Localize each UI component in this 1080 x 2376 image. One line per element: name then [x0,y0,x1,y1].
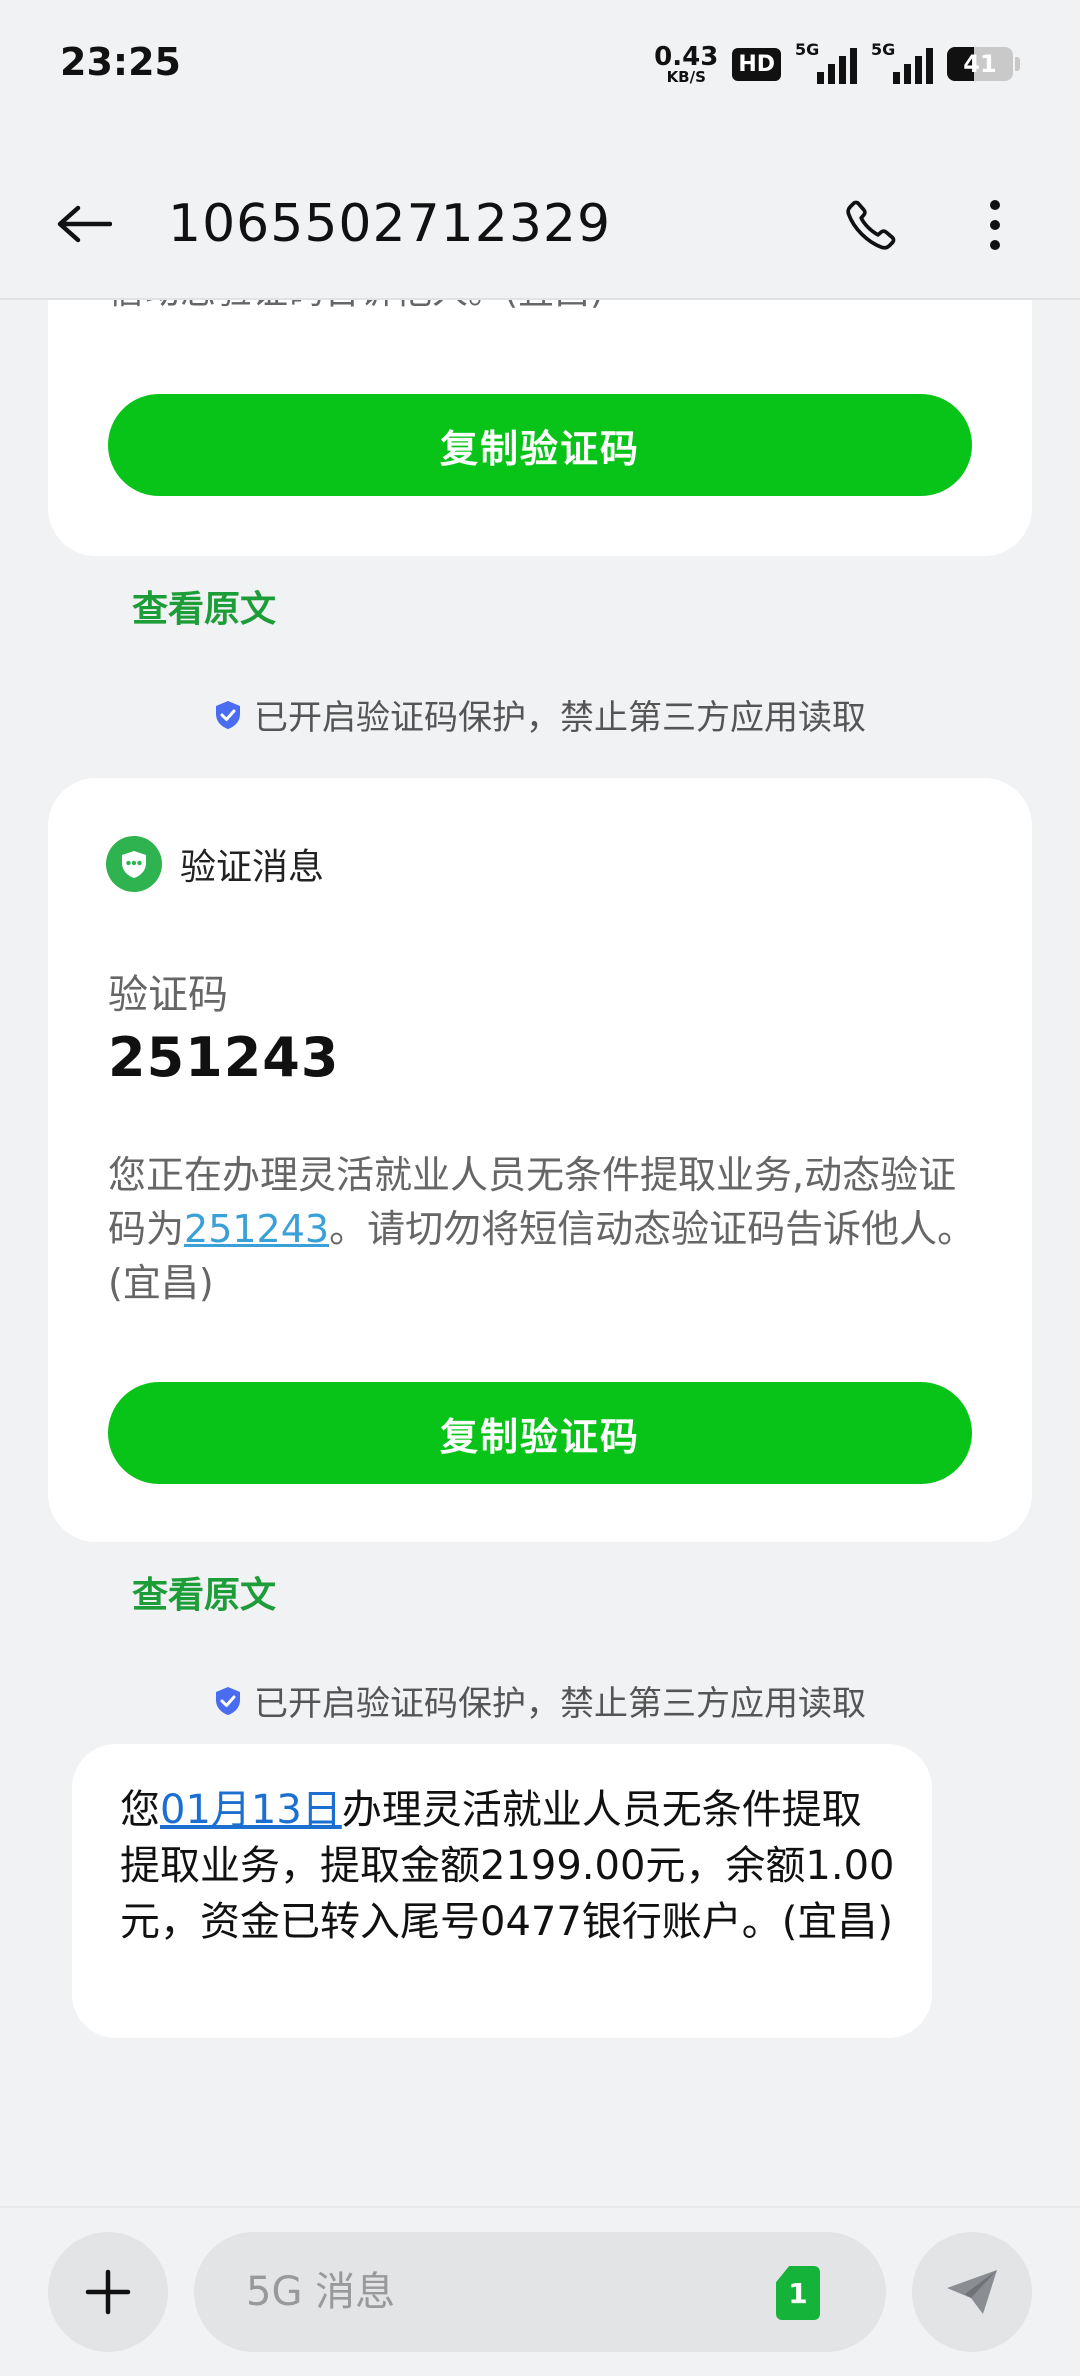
battery-nub [1015,57,1020,71]
view-original-link-previous[interactable]: 查看原文 [132,580,276,632]
date-link[interactable]: 01月13日 [160,1787,342,1833]
code-protection-notice: 已开启验证码保护，禁止第三方应用读取 [0,690,1080,739]
signal-icon-sim2: 5G [871,40,933,84]
call-button[interactable] [836,190,906,260]
battery-level: 41 [963,50,997,78]
signal-sim2-label: 5G [871,40,896,59]
hd-voice-icon: HD [732,47,781,81]
verification-card-previous: 信动态验证码告诉他人。(宜昌) 复制验证码 [48,300,1032,556]
attach-button[interactable] [48,2232,168,2352]
more-vertical-icon [990,200,1000,250]
message-bubble-text: 您01月13日办理灵活就业人员无条件提取提取业务，提取金额2199.00元，余额… [120,1782,900,1950]
verification-code-label: 验证码 [108,972,228,1018]
verification-card: 验证消息 验证码 251243 您正在办理灵活就业人员无条件提取业务,动态验证码… [48,778,1032,1542]
plus-icon [85,2269,131,2315]
signal-icon-sim1: 5G [795,40,857,84]
shield-icon [216,700,240,729]
signal-sim1-label: 5G [795,40,820,59]
phone-icon [846,200,896,250]
message-bubble[interactable]: 您01月13日办理灵活就业人员无条件提取提取业务，提取金额2199.00元，余额… [72,1744,932,2038]
code-protection-text: 已开启验证码保护，禁止第三方应用读取 [254,698,866,738]
send-icon [947,2270,997,2314]
message-thread[interactable]: 信动态验证码告诉他人。(宜昌) 复制验证码 查看原文 已开启验证码保护，禁止第三… [0,300,1080,2206]
bubble-text-start: 您 [120,1787,160,1833]
view-original-link[interactable]: 查看原文 [132,1566,276,1618]
shield-icon [216,1686,240,1715]
status-icons: 0.43 KB/S HD 5G 5G 41 [654,40,1020,88]
conversation-header: 1065502712329 [0,128,1080,300]
network-speed-value: 0.43 [654,41,719,72]
verification-code-value: 251243 [108,1026,340,1089]
battery-icon: 41 [947,47,1013,81]
verification-card-label: 验证消息 [180,847,325,888]
sim-card-icon[interactable]: 1 [776,2266,820,2320]
verification-message-body: 您正在办理灵活就业人员无条件提取业务,动态验证码为251243。请切勿将短信动态… [108,1148,988,1310]
verification-card-header: 验证消息 [106,836,324,892]
send-button[interactable] [912,2232,1032,2352]
previous-message-text: 信动态验证码告诉他人。(宜昌) [108,300,604,314]
messages-screen: 23:25 0.43 KB/S HD 5G 5G 41 106550271232… [0,0,1080,2376]
conversation-title: 1065502712329 [168,194,612,254]
status-bar: 23:25 0.43 KB/S HD 5G 5G 41 [0,0,1080,128]
status-time: 23:25 [60,40,181,84]
code-protection-notice-2: 已开启验证码保护，禁止第三方应用读取 [0,1676,1080,1725]
copy-code-button-previous[interactable]: 复制验证码 [108,394,972,496]
network-speed: 0.43 KB/S [654,44,718,85]
message-composer: 1 [0,2206,1080,2376]
more-options-button[interactable] [960,190,1030,260]
copy-code-button[interactable]: 复制验证码 [108,1382,972,1484]
message-bubble-icon [106,836,162,892]
back-button[interactable] [48,188,120,260]
back-arrow-icon [57,205,112,243]
message-code-link[interactable]: 251243 [184,1207,329,1251]
network-speed-unit: KB/S [666,67,706,86]
code-protection-text-2: 已开启验证码保护，禁止第三方应用读取 [254,1684,866,1724]
